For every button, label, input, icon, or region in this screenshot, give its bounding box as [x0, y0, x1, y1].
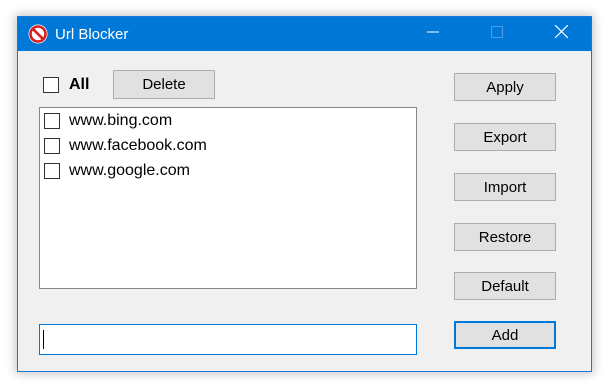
default-button[interactable]: Default — [454, 272, 556, 300]
list-item[interactable]: www.bing.com — [40, 109, 416, 133]
minimize-button[interactable] — [410, 17, 456, 51]
minimize-icon — [427, 25, 439, 43]
apply-button[interactable]: Apply — [454, 73, 556, 101]
list-item[interactable]: www.google.com — [40, 159, 416, 183]
url-checkbox[interactable] — [44, 163, 60, 179]
delete-button[interactable]: Delete — [113, 70, 215, 99]
url-checkbox[interactable] — [44, 113, 60, 129]
window-title: Url Blocker — [55, 26, 129, 43]
url-input[interactable] — [39, 324, 417, 355]
close-icon — [554, 24, 568, 43]
list-item[interactable]: www.facebook.com — [40, 134, 416, 158]
export-button[interactable]: Export — [454, 123, 556, 151]
add-button[interactable]: Add — [454, 321, 556, 349]
url-blocker-window: Url Blocker All Delete www.bing.com www.… — [17, 16, 592, 372]
select-all-label: All — [69, 76, 90, 93]
close-button[interactable] — [538, 17, 584, 51]
url-text: www.bing.com — [69, 112, 173, 129]
select-all-checkbox[interactable] — [43, 77, 59, 93]
title-bar[interactable]: Url Blocker — [18, 17, 591, 51]
import-button[interactable]: Import — [454, 173, 556, 201]
restore-button[interactable]: Restore — [454, 223, 556, 251]
url-checkbox[interactable] — [44, 138, 60, 154]
text-caret — [43, 330, 44, 349]
maximize-button[interactable] — [474, 17, 520, 51]
no-entry-icon — [28, 24, 48, 44]
url-list[interactable]: www.bing.com www.facebook.com www.google… — [39, 107, 417, 289]
url-text: www.google.com — [69, 162, 190, 179]
url-text: www.facebook.com — [69, 137, 207, 154]
maximize-icon — [491, 25, 503, 43]
